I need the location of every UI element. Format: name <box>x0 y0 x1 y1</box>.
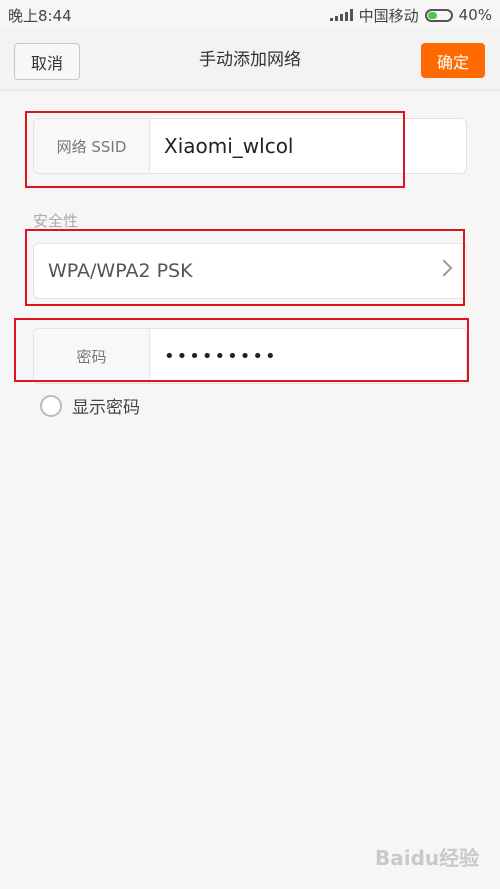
title-bar: 手动添加网络 取消 确定 <box>0 30 500 91</box>
annotation-box-ssid <box>25 111 405 188</box>
status-right: 中国移动 40% <box>329 5 492 26</box>
status-time: 晚上8:44 <box>8 6 72 25</box>
signal-icon <box>329 9 353 21</box>
status-bar: 晚上8:44 中国移动 40% <box>0 0 500 30</box>
cancel-button[interactable]: 取消 <box>14 43 80 80</box>
watermark-logo: Baidu经验 <box>375 846 480 870</box>
annotation-box-password <box>14 318 469 382</box>
annotation-box-security <box>25 229 465 306</box>
carrier-name: 中国移动 <box>358 6 419 25</box>
battery-percent: 40% <box>458 6 492 24</box>
confirm-button[interactable]: 确定 <box>421 43 485 78</box>
show-password-toggle[interactable]: 显示密码 <box>40 393 140 418</box>
radio-icon[interactable] <box>40 394 62 417</box>
battery-icon <box>424 8 453 22</box>
show-password-label: 显示密码 <box>72 398 140 418</box>
security-section-label: 安全性 <box>33 212 79 230</box>
